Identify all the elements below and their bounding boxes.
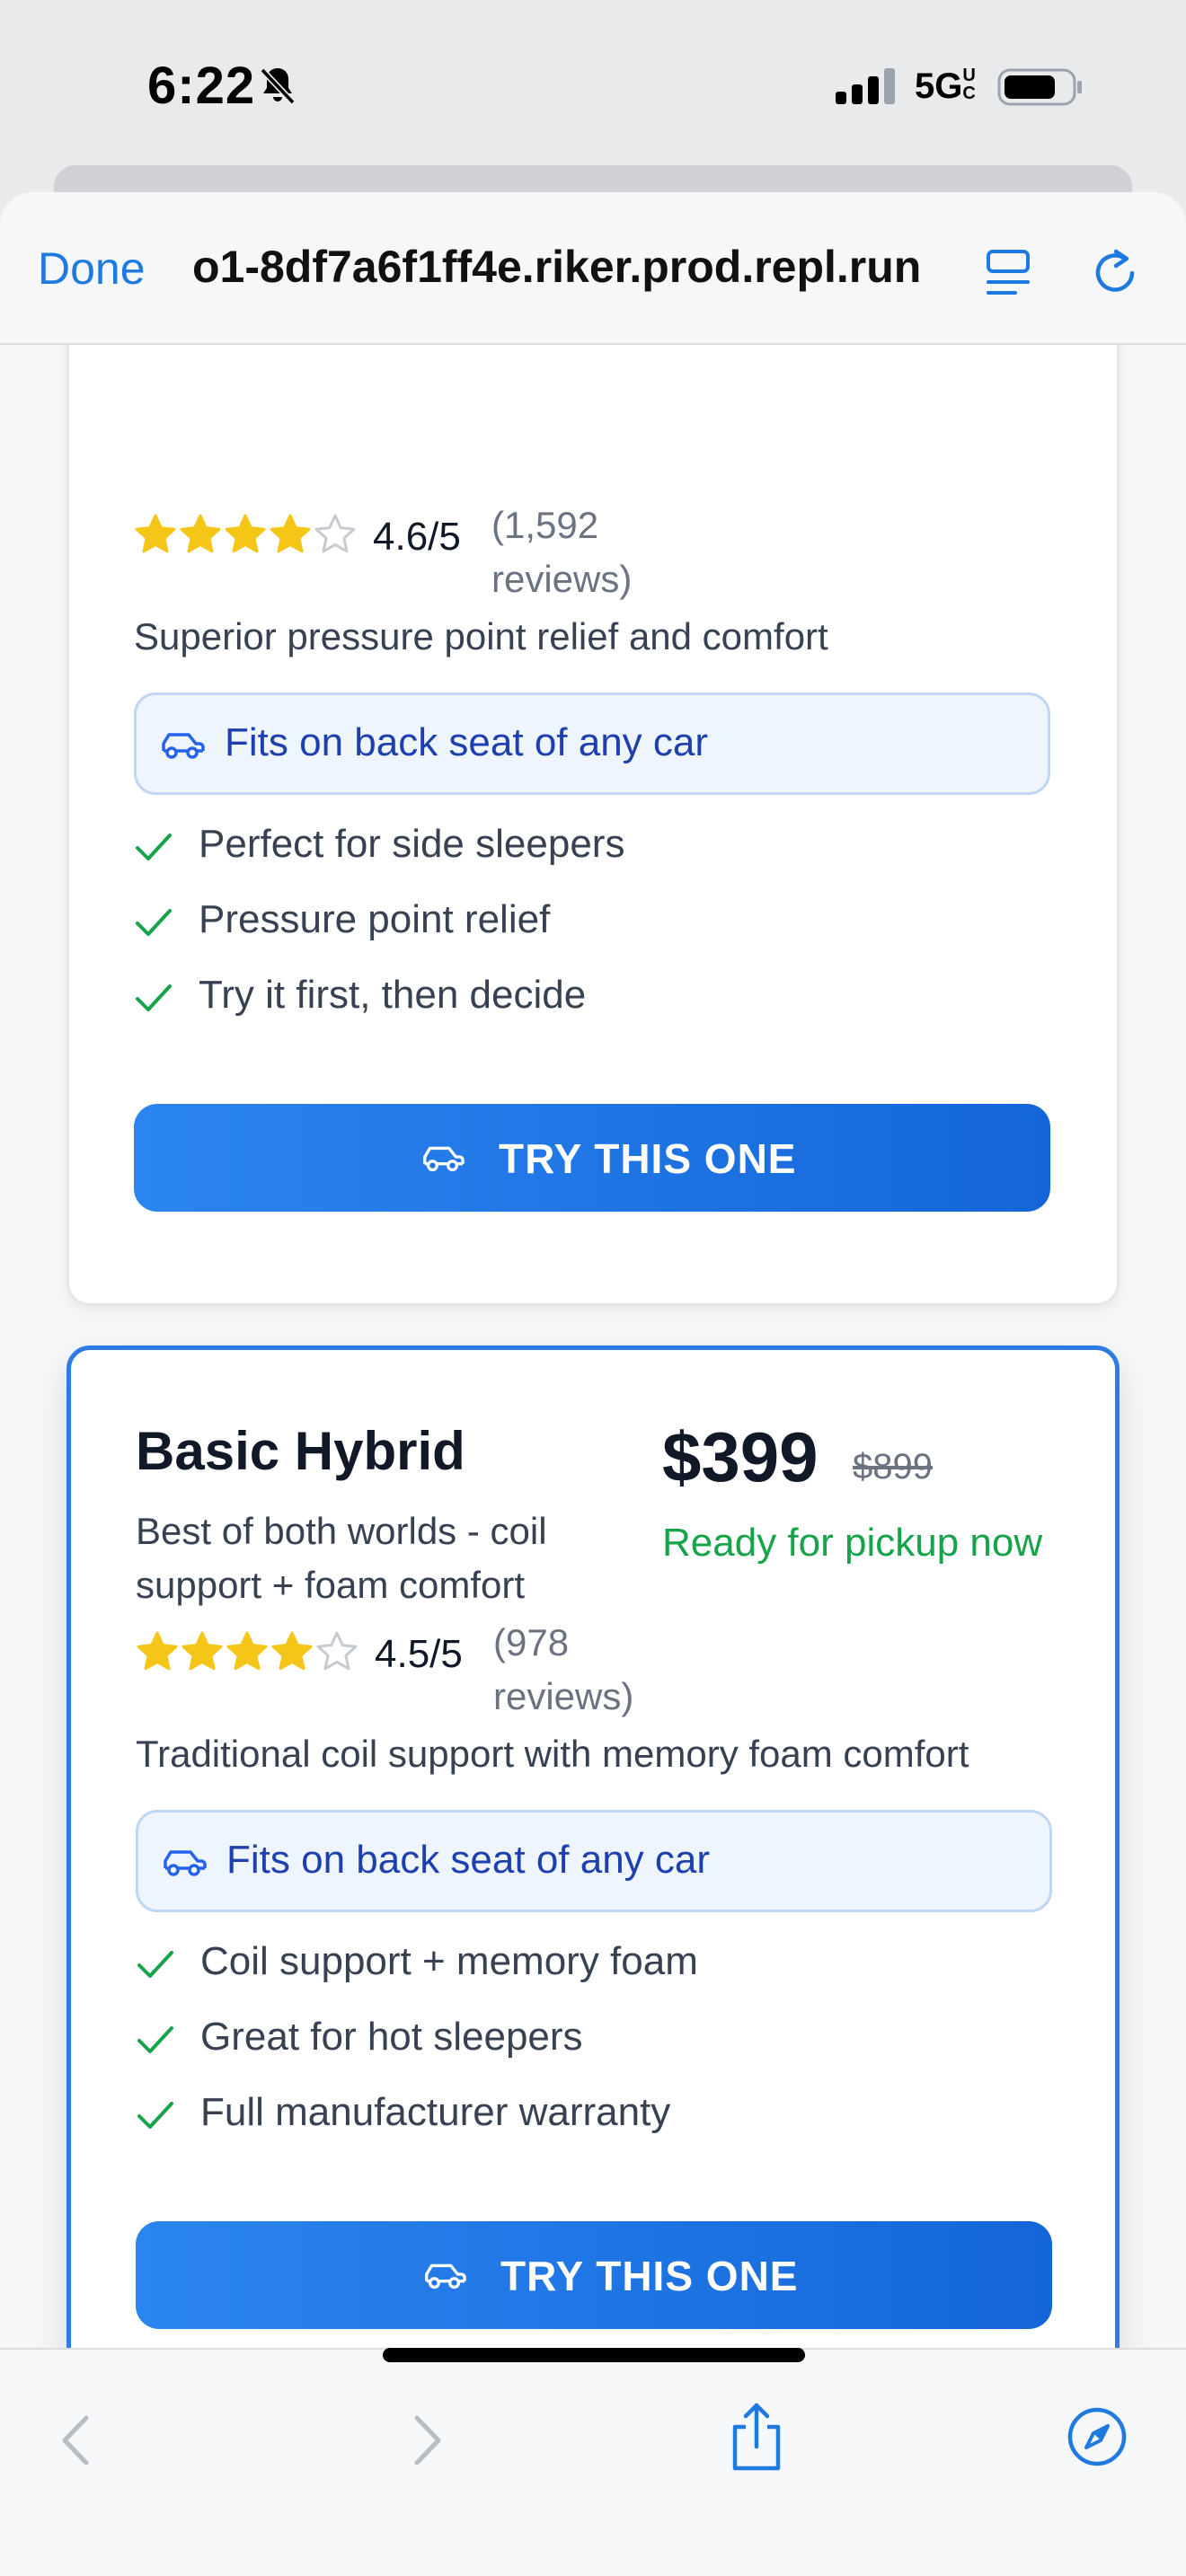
status-time: 6:22 [147,57,256,115]
rating-value: 4.6/5 [373,515,461,559]
feature-list: Coil support + memory foam Great for hot … [136,1932,1034,2158]
url-field[interactable]: o1-8df7a6f1ff4e.riker.prod.repl.run [192,241,947,293]
home-indicator [383,2348,805,2362]
product-description: Superior pressure point relief and comfo… [134,615,828,657]
check-icon [136,984,172,1011]
cellular-signal-icon [836,68,895,104]
try-this-one-button[interactable]: TRY THIS ONE [136,2221,1052,2329]
compass-icon[interactable] [1066,2405,1128,2468]
review-count: (1,592 reviews) [491,504,633,600]
original-price: $899 [853,1447,933,1486]
reader-mode-icon[interactable] [983,246,1033,300]
product-card-selected: Basic Hybrid Best of both worlds - coil … [66,1345,1120,2348]
star-filled-icon [225,514,266,553]
star-filled-icon [180,514,221,553]
feature-item: Full manufacturer warranty [136,2083,1034,2158]
feature-text: Great for hot sleepers [200,2015,583,2059]
fit-badge: Fits on back seat of any car [134,693,1050,795]
check-icon [137,2102,173,2129]
feature-item: Great for hot sleepers [136,2007,1034,2083]
fit-badge-text: Fits on back seat of any car [226,1838,711,1882]
cta-label: TRY THIS ONE [499,1135,797,1182]
chevron-left-icon[interactable] [47,2409,110,2472]
feature-item: Coil support + memory foam [136,1932,1034,2007]
feature-text: Full manufacturer warranty [200,2090,671,2134]
page-content: 4.6/5 (1,592 reviews) Superior pressure … [0,345,1186,2348]
feature-list: Perfect for side sleepers Pressure point … [134,815,1032,1041]
browser-bottom-bar [0,2348,1186,2576]
browser-sheet: Done o1-8df7a6f1ff4e.riker.prod.repl.run… [0,192,1186,2576]
star-filled-icon [226,1631,268,1671]
car-icon [162,733,205,759]
feature-text: Pressure point relief [199,897,551,941]
star-filled-icon [271,1631,313,1671]
check-icon [136,909,172,936]
fit-badge-text: Fits on back seat of any car [225,720,709,764]
browser-toolbar: Done o1-8df7a6f1ff4e.riker.prod.repl.run [0,192,1186,345]
product-tagline: Best of both worlds - coil support + foa… [136,1510,547,1606]
product-description: Traditional coil support with memory foa… [136,1733,969,1775]
star-empty-icon [316,1631,358,1671]
availability-status: Ready for pickup now [662,1521,1043,1565]
star-filled-icon [137,1631,178,1671]
review-count: (978 reviews) [493,1621,634,1717]
battery-icon [997,68,1082,106]
feature-item: Try it first, then decide [134,966,1032,1041]
product-name: Basic Hybrid [136,1421,465,1481]
star-filled-icon [135,514,176,553]
reload-icon[interactable] [1089,244,1143,298]
done-button[interactable]: Done [38,243,146,295]
status-bar: 6:22 5GUC [0,0,1186,171]
try-this-one-button[interactable]: TRY THIS ONE [134,1104,1050,1212]
cta-label: TRY THIS ONE [500,2253,799,2299]
check-icon [136,834,172,860]
product-price: $399 [662,1417,819,1496]
feature-text: Coil support + memory foam [200,1939,698,1983]
feature-item: Pressure point relief [134,890,1032,966]
star-rating [134,513,357,556]
bell-slash-icon [260,67,296,105]
feature-item: Perfect for side sleepers [134,815,1032,890]
feature-text: Perfect for side sleepers [199,822,625,866]
product-card: 4.6/5 (1,592 reviews) Superior pressure … [66,345,1120,1306]
star-filled-icon [181,1631,223,1671]
check-icon [137,1951,173,1978]
network-type: 5GUC [915,66,980,107]
star-rating [136,1630,358,1673]
chevron-right-icon[interactable] [394,2409,456,2472]
car-icon [425,2263,466,2289]
star-filled-icon [270,514,311,553]
rating-value: 4.5/5 [375,1632,463,1676]
feature-text: Try it first, then decide [199,973,587,1017]
network-superscript: UC [962,66,976,103]
fit-badge: Fits on back seat of any car [136,1810,1052,1912]
car-icon [164,1850,207,1876]
car-icon [423,1146,465,1172]
share-icon[interactable] [724,2400,789,2474]
check-icon [137,2026,173,2053]
star-empty-icon [314,514,356,553]
